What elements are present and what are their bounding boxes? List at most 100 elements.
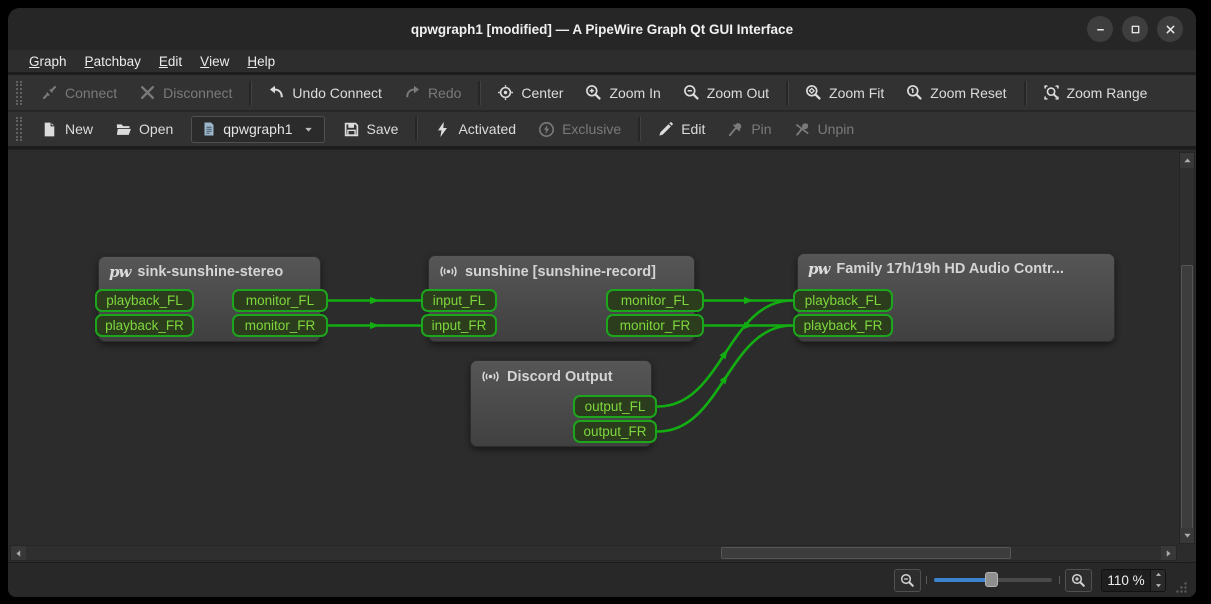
- zoom-range-icon: [1043, 84, 1060, 101]
- zoom-percent-spinbox[interactable]: 110 %: [1101, 569, 1166, 592]
- toolbar-button-zoom-range[interactable]: Zoom Range: [1032, 78, 1159, 107]
- menu-label: P: [85, 54, 94, 69]
- toolbar-button-new[interactable]: New: [30, 115, 104, 144]
- port-family-audio-playback_FL[interactable]: playback_FL: [793, 289, 893, 312]
- new-icon: [41, 121, 58, 138]
- app-window: qpwgraph1 [modified] — A PipeWire Graph …: [8, 8, 1196, 597]
- toolbar-separator: [638, 117, 640, 141]
- undo-icon: [268, 84, 285, 101]
- port-sunshine-input_FR[interactable]: input_FR: [421, 314, 497, 337]
- link-arrow-icon: [744, 297, 754, 304]
- zoom-out-icon: [683, 84, 700, 101]
- arrow-down-icon: [1154, 581, 1163, 590]
- titlebar[interactable]: qpwgraph1 [modified] — A PipeWire Graph …: [8, 8, 1196, 50]
- arrow-right-icon: [1163, 548, 1174, 559]
- menu-graph[interactable]: Graph: [20, 50, 76, 72]
- toolbar-separator: [249, 81, 251, 105]
- toolbar-button-open[interactable]: Open: [104, 115, 184, 144]
- bolt-circle-icon: [538, 121, 555, 138]
- zoom-percent-value[interactable]: 110 %: [1102, 573, 1150, 588]
- toolbar-button-unpin[interactable]: Unpin: [783, 115, 866, 144]
- port-sink-sunshine-stereo-playback_FR[interactable]: playback_FR: [95, 314, 194, 337]
- toolbar-drag-handle[interactable]: [16, 81, 22, 105]
- port-sunshine-input_FL[interactable]: input_FL: [421, 289, 497, 312]
- zoom-reset-icon: [906, 84, 923, 101]
- toolbar-button-disconnect[interactable]: Disconnect: [128, 78, 243, 107]
- toolbar-patchbay: New Open qpwgraph1 Save Activated Exclusive Ed…: [8, 112, 1196, 149]
- toolbar-button-redo[interactable]: Redo: [393, 78, 472, 107]
- resize-grip[interactable]: [1175, 581, 1188, 594]
- spin-down-button[interactable]: [1151, 580, 1165, 591]
- toolbar-button-pin[interactable]: Pin: [716, 115, 782, 144]
- port-discord-output-output_FL[interactable]: output_FL: [573, 395, 657, 418]
- port-sink-sunshine-stereo-monitor_FL[interactable]: monitor_FL: [232, 289, 328, 312]
- menu-edit[interactable]: Edit: [150, 50, 191, 72]
- port-family-audio-playback_FR[interactable]: playback_FR: [793, 314, 893, 337]
- zoom-in-icon: [585, 84, 602, 101]
- menu-patchbay[interactable]: Patchbay: [76, 50, 150, 72]
- toolbar-button-label: Activated: [458, 121, 516, 137]
- arrow-up-icon: [1154, 570, 1163, 579]
- maximize-button[interactable]: [1122, 16, 1148, 42]
- redo-icon: [404, 84, 421, 101]
- toolbar-button-label: Pin: [751, 121, 771, 137]
- pin-icon: [727, 121, 744, 138]
- toolbar-button-activated[interactable]: Activated: [423, 115, 527, 144]
- spin-up-button[interactable]: [1151, 570, 1165, 581]
- graph-canvas[interactable]: pwsink-sunshine-stereosunshine [sunshine…: [8, 149, 1196, 562]
- toolbar-button-label: New: [65, 121, 93, 137]
- scroll-up-button[interactable]: [1180, 153, 1194, 168]
- zoom-fit-icon: [805, 84, 822, 101]
- zoom-slider[interactable]: [934, 570, 1052, 590]
- minimize-button[interactable]: [1087, 16, 1113, 42]
- toolbar-button-label: Zoom Fit: [829, 85, 884, 101]
- toolbar-button-exclusive[interactable]: Exclusive: [527, 115, 632, 144]
- port-discord-output-output_FR[interactable]: output_FR: [573, 420, 657, 443]
- vertical-scrollbar-thumb[interactable]: [1181, 265, 1193, 532]
- toolbar-button-center[interactable]: Center: [486, 78, 574, 107]
- zoom-in-button[interactable]: [1065, 569, 1092, 592]
- scroll-left-button[interactable]: [11, 546, 26, 560]
- save-icon: [343, 121, 360, 138]
- window-title: qpwgraph1 [modified] — A PipeWire Graph …: [411, 22, 793, 37]
- chevron-down-icon: [302, 123, 315, 136]
- zoom-slider-handle[interactable]: [985, 572, 998, 587]
- port-sunshine-monitor_FR[interactable]: monitor_FR: [606, 314, 704, 337]
- arrow-up-icon: [1182, 155, 1193, 166]
- menu-view[interactable]: View: [191, 50, 238, 72]
- toolbar-drag-handle[interactable]: [16, 117, 22, 141]
- toolbar-button-label: Zoom In: [609, 85, 660, 101]
- zoom-out-button[interactable]: [894, 569, 921, 592]
- toolbar-button-undo-connect[interactable]: Undo Connect: [257, 78, 393, 107]
- patchbay-selector[interactable]: qpwgraph1: [191, 116, 324, 143]
- toolbar-button-save[interactable]: Save: [332, 115, 410, 144]
- scroll-right-button[interactable]: [1161, 546, 1176, 560]
- port-sink-sunshine-stereo-monitor_FR[interactable]: monitor_FR: [232, 314, 328, 337]
- port-sunshine-monitor_FL[interactable]: monitor_FL: [606, 289, 704, 312]
- toolbar-button-label: Zoom Range: [1067, 85, 1148, 101]
- toolbar-separator: [786, 81, 788, 105]
- menu-help[interactable]: Help: [238, 50, 284, 72]
- arrow-down-icon: [1182, 530, 1193, 541]
- toolbar-button-zoom-fit[interactable]: Zoom Fit: [794, 78, 895, 107]
- port-sink-sunshine-stereo-playback_FL[interactable]: playback_FL: [95, 289, 194, 312]
- slider-tick: [1059, 576, 1060, 584]
- close-button[interactable]: [1157, 16, 1183, 42]
- toolbar-button-label: Edit: [681, 121, 705, 137]
- maximize-icon: [1128, 22, 1143, 37]
- horizontal-scrollbar-thumb[interactable]: [721, 547, 1011, 559]
- vertical-scrollbar[interactable]: [1179, 152, 1195, 544]
- horizontal-scrollbar[interactable]: [10, 545, 1177, 561]
- toolbar-button-edit[interactable]: Edit: [646, 115, 716, 144]
- toolbar-button-zoom-in[interactable]: Zoom In: [574, 78, 671, 107]
- menu-label: elp: [257, 54, 275, 69]
- toolbar-button-label: Undo Connect: [292, 85, 382, 101]
- toolbar-button-zoom-out[interactable]: Zoom Out: [672, 78, 780, 107]
- toolbar-button-zoom-reset[interactable]: Zoom Reset: [895, 78, 1017, 107]
- toolbar-button-label: Unpin: [818, 121, 855, 137]
- toolbar-button-label: Center: [521, 85, 563, 101]
- scroll-down-button[interactable]: [1180, 528, 1194, 543]
- menu-label: raph: [40, 54, 67, 69]
- toolbar-button-connect[interactable]: Connect: [30, 78, 128, 107]
- menu-label: G: [29, 54, 40, 69]
